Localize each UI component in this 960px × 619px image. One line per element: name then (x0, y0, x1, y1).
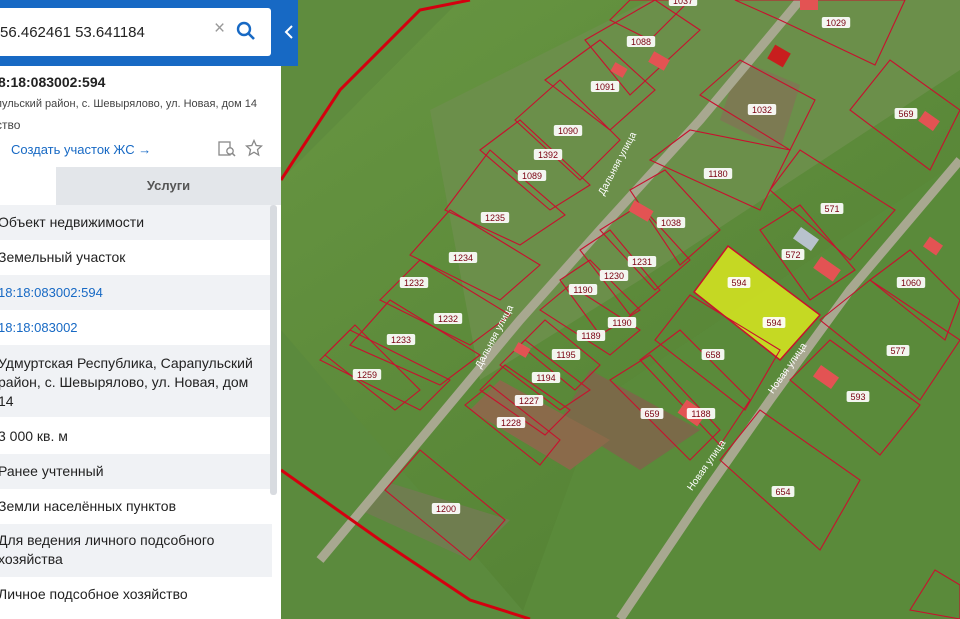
parcel-number-label[interactable]: 1037 (673, 0, 693, 6)
parcel-number-label[interactable]: 1189 (581, 331, 600, 341)
parcel-number-label[interactable]: 654 (775, 487, 790, 497)
parcel-number-label[interactable]: 593 (850, 392, 865, 402)
parcel-number-label[interactable]: 1060 (901, 278, 921, 288)
row-status: Ранее учтенный (0, 463, 104, 479)
parcel-number-label[interactable]: 1230 (604, 271, 624, 281)
parcel-number-label[interactable]: 1227 (519, 396, 539, 406)
info-panel: × 8:18:083002:594 пульский район, с. Шев… (0, 0, 281, 619)
list-item: Удмуртская Республика, Сарапульский райо… (0, 345, 272, 417)
tab-info[interactable] (0, 167, 56, 205)
row-area: 3 000 кв. м (0, 428, 68, 444)
list-item: Объект недвижимости (0, 205, 272, 240)
list-item: Личное подсобное хозяйство (0, 577, 272, 612)
chevron-left-icon (284, 25, 293, 39)
parcel-number-label[interactable]: 659 (644, 409, 659, 419)
star-icon[interactable] (245, 139, 263, 157)
list-item: Земельный участок (0, 240, 272, 275)
list-item: Ранее учтенный (0, 454, 272, 489)
parcel-number-label[interactable]: 1091 (595, 82, 615, 92)
parcel-type: ство (0, 118, 21, 132)
tab-bar: Услуги (0, 167, 281, 205)
parcel-number-label[interactable]: 1234 (453, 253, 473, 263)
parcel-number-label[interactable]: 1088 (631, 37, 651, 47)
search-input[interactable] (0, 8, 200, 56)
parcel-number-label[interactable]: 594 (731, 278, 746, 288)
row-address: Удмуртская Республика, Сарапульский райо… (0, 355, 253, 409)
parcel-number-label[interactable]: 1090 (558, 126, 578, 136)
parcel-number-label[interactable]: 1200 (436, 504, 456, 514)
row-cadastral-number-link[interactable]: 18:18:083002:594 (0, 283, 103, 302)
row-permitted-use: Для ведения личного подсобного хозяйства (0, 532, 215, 567)
row-category: Земли населённых пунктов (0, 498, 177, 514)
parcel-number-label[interactable]: 1190 (573, 285, 592, 295)
parcel-number-label[interactable]: 1231 (632, 257, 652, 267)
parcel-number-label[interactable]: 1232 (404, 278, 424, 288)
parcel-number-label[interactable]: 1089 (522, 171, 542, 181)
list-item: 18:18:083002:594 (0, 275, 272, 310)
row-kind: Земельный участок (0, 249, 126, 265)
plan-search-icon[interactable] (218, 140, 236, 158)
parcel-title: 8:18:083002:594 (0, 74, 106, 90)
parcel-number-label[interactable]: 594 (766, 318, 781, 328)
parcel-number-label[interactable]: 1180 (708, 169, 727, 179)
tab-services[interactable]: Услуги (56, 167, 281, 205)
parcel-number-label[interactable]: 1032 (752, 105, 772, 115)
parcel-number-label[interactable]: 572 (785, 250, 800, 260)
panel-scrollbar[interactable] (270, 205, 277, 495)
parcel-address: пульский район, с. Шевырялово, ул. Новая… (0, 98, 257, 110)
parcel-number-label[interactable]: 571 (824, 204, 839, 214)
parcel-number-label[interactable]: 1235 (485, 213, 505, 223)
list-item: Для ведения личного подсобного хозяйства (0, 524, 272, 577)
row-object-type: Объект недвижимости (0, 214, 145, 230)
parcel-number-label[interactable]: 1038 (661, 218, 681, 228)
parcel-number-label[interactable]: 1392 (538, 150, 558, 160)
search-icon[interactable] (236, 21, 256, 41)
parcel-number-label[interactable]: 569 (898, 109, 913, 119)
collapse-panel-button[interactable] (281, 0, 298, 66)
parcel-number-label[interactable]: 1190 (612, 318, 631, 328)
parcel-number-label[interactable]: 1228 (501, 418, 521, 428)
parcel-number-label[interactable]: 658 (705, 350, 720, 360)
parcel-number-label[interactable]: 577 (890, 346, 905, 356)
parcel-number-label[interactable]: 1233 (391, 335, 411, 345)
parcel-number-label[interactable]: 1194 (536, 373, 555, 383)
list-item: Земли населённых пунктов (0, 489, 272, 524)
list-item: 3 000 кв. м (0, 417, 272, 454)
parcel-number-label[interactable]: 1259 (357, 370, 377, 380)
parcel-number-label[interactable]: 1188 (691, 409, 710, 419)
create-zhs-link[interactable]: Создать участок ЖС → (11, 142, 151, 157)
parcel-number-label[interactable]: 1232 (438, 314, 458, 324)
row-quarter-link[interactable]: 18:18:083002 (0, 318, 78, 337)
search-box: × (0, 8, 271, 56)
parcel-number-label[interactable]: 1029 (826, 18, 846, 28)
close-icon[interactable]: × (214, 19, 230, 38)
parcel-number-label[interactable]: 1195 (556, 350, 575, 360)
search-bar: × (0, 0, 281, 66)
row-use-by-document: Личное подсобное хозяйство (0, 586, 188, 602)
list-item: 18:18:083002 (0, 310, 272, 345)
